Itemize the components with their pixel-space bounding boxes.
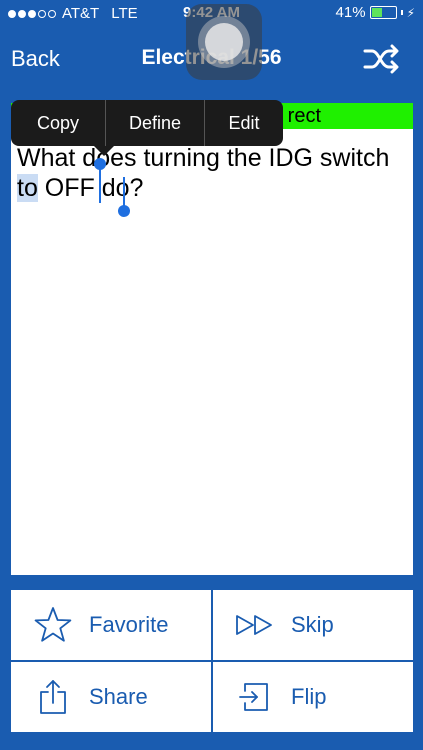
selection-start-line — [99, 167, 101, 203]
favorite-button[interactable]: Favorite — [11, 590, 211, 660]
define-menu-item[interactable]: Define — [105, 100, 204, 146]
battery-icon — [369, 6, 397, 19]
flip-button[interactable]: Flip — [213, 662, 413, 732]
question-part-after: OFF do? — [37, 174, 144, 202]
banner-text: rect — [287, 105, 321, 127]
favorite-label: Favorite — [89, 612, 169, 637]
skip-label: Skip — [291, 612, 334, 637]
selection-end-handle[interactable] — [118, 205, 130, 217]
flip-label: Flip — [291, 684, 327, 709]
flashcard: rect What does turning the IDG switch to… — [11, 103, 413, 575]
fast-forward-icon — [233, 603, 277, 647]
battery-percent: 41% — [335, 4, 366, 21]
question-part-before: What does turning the IDG switch — [17, 144, 390, 172]
edit-menu-item[interactable]: Edit — [204, 100, 283, 146]
charging-icon: ⚡ — [406, 5, 415, 20]
share-icon — [31, 675, 75, 719]
context-menu-arrow — [94, 146, 114, 156]
status-right: 41% ⚡ — [336, 4, 415, 21]
question-text[interactable]: What does turning the IDG switch to OFF … — [17, 143, 397, 203]
assistive-touch-button[interactable] — [186, 4, 262, 80]
skip-button[interactable]: Skip — [213, 590, 413, 660]
share-button[interactable]: Share — [11, 662, 211, 732]
action-grid: Favorite Skip Share Flip — [11, 590, 413, 734]
copy-menu-item[interactable]: Copy — [11, 100, 105, 146]
shuffle-icon[interactable] — [363, 44, 401, 74]
selected-text[interactable]: to — [17, 174, 38, 202]
share-label: Share — [89, 684, 148, 709]
text-context-menu: Copy Define Edit — [11, 100, 283, 146]
flip-icon — [233, 675, 277, 719]
star-icon — [31, 603, 75, 647]
selection-start-handle[interactable] — [94, 158, 106, 170]
